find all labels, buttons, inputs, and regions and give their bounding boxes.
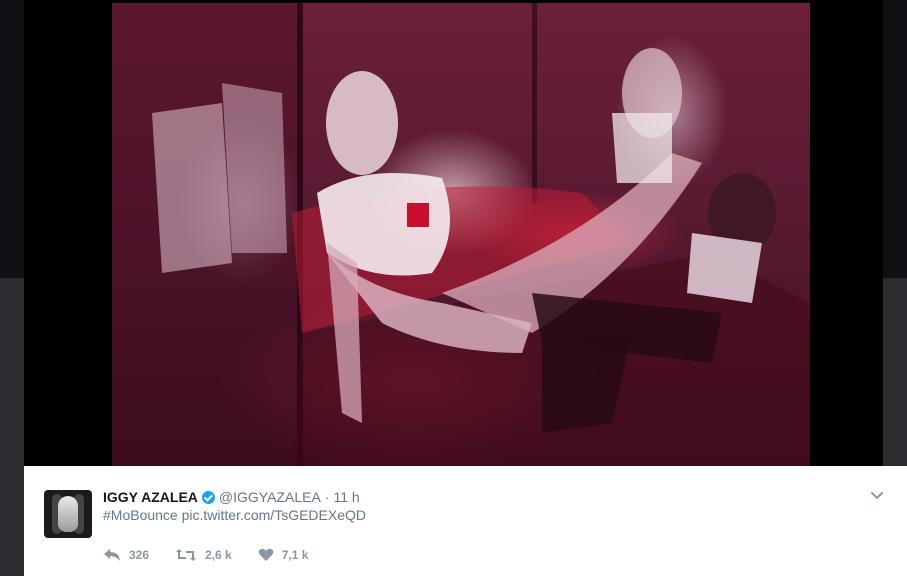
reply-button[interactable]: 326: [103, 548, 149, 562]
tweet-text: #MoBounce pic.twitter.com/TsGEDEXeQD: [103, 507, 366, 523]
retweet-button[interactable]: 2,6 k: [175, 548, 232, 562]
tweet-actions: 326 2,6 k 7,1 k: [103, 545, 334, 565]
photo-content: [112, 3, 810, 466]
page-backdrop-left: [0, 0, 24, 278]
hashtag-link[interactable]: #MoBounce: [103, 507, 178, 523]
like-count: 7,1 k: [281, 548, 309, 562]
reply-icon: [104, 549, 120, 561]
verified-badge-icon: [201, 490, 215, 504]
avatar[interactable]: [44, 490, 92, 538]
page-backdrop-right: [883, 0, 907, 278]
like-button[interactable]: 7,1 k: [258, 548, 309, 562]
media-lightbox: [24, 0, 883, 466]
heart-icon: [258, 548, 274, 561]
chevron-down-icon[interactable]: [869, 488, 885, 504]
reply-count: 326: [129, 548, 150, 562]
tweet-card: IGGY AZALEA @IGGYAZALEA · 11 h #MoBounce…: [24, 466, 907, 576]
tweet-photo[interactable]: [112, 3, 810, 466]
page-backdrop-left-lower: [0, 278, 24, 576]
retweet-count: 2,6 k: [205, 548, 232, 562]
retweet-icon: [176, 549, 197, 561]
tweet-timestamp[interactable]: 11 h: [333, 489, 359, 505]
separator: ·: [324, 489, 330, 505]
tweet-header: IGGY AZALEA @IGGYAZALEA · 11 h: [103, 488, 360, 506]
user-handle[interactable]: @IGGYAZALEA: [219, 489, 321, 505]
display-name[interactable]: IGGY AZALEA: [103, 489, 198, 505]
media-link[interactable]: pic.twitter.com/TsGEDEXeQD: [182, 507, 366, 523]
